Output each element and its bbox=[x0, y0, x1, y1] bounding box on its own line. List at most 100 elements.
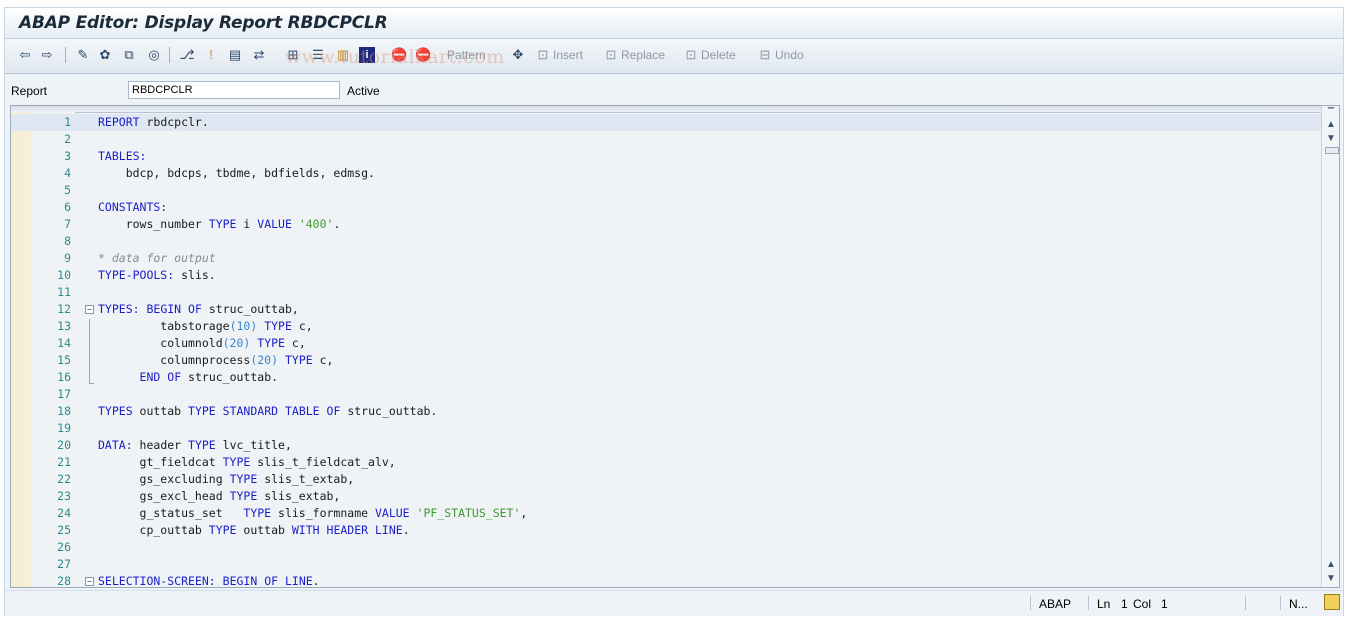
code-line[interactable]: 12 − TYPES: BEGIN OF struc_outtab, bbox=[11, 301, 1321, 318]
code-line[interactable]: 8 bbox=[11, 233, 1321, 250]
code-line[interactable]: 13 tabstorage(10) TYPE c, bbox=[11, 318, 1321, 335]
navigate-icon: ⇄ bbox=[253, 47, 265, 62]
code-line[interactable]: 24 g_status_set TYPE slis_formname VALUE… bbox=[11, 505, 1321, 522]
code-text: SELECTION-SCREEN: BEGIN OF LINE. bbox=[98, 574, 320, 588]
undo-icon: ⊟ bbox=[759, 47, 771, 62]
code-line[interactable]: 16 END OF struc_outtab. bbox=[11, 369, 1321, 386]
code-line[interactable]: 1 REPORT rbdcpclr. bbox=[11, 114, 1321, 131]
code-line[interactable]: 9 * data for output bbox=[11, 250, 1321, 267]
status-separator bbox=[1245, 596, 1246, 610]
display-change-button[interactable]: ✎ bbox=[75, 46, 91, 64]
line-number: 10 bbox=[57, 268, 71, 282]
code-editor[interactable]: 1 REPORT rbdcpclr. 2 3 TABLES: 4 bdcp, bdcps,… bbox=[10, 105, 1340, 588]
code-line[interactable]: 23 gs_excl_head TYPE slis_extab, bbox=[11, 488, 1321, 505]
scroll-down-icon[interactable]: ▼ bbox=[1324, 572, 1338, 586]
replace-label: Replace bbox=[621, 48, 666, 62]
code-line[interactable]: 20 DATA: header TYPE lvc_title, bbox=[11, 437, 1321, 454]
help-button[interactable]: i bbox=[359, 46, 375, 64]
stop-icon: ⛔ bbox=[391, 47, 408, 62]
test-button[interactable]: ▤ bbox=[227, 46, 243, 64]
undo-label: Undo bbox=[775, 48, 804, 62]
code-line[interactable]: 15 columnprocess(20) TYPE c, bbox=[11, 352, 1321, 369]
fold-bracket bbox=[89, 319, 94, 384]
window-title: ABAP Editor: Display Report RBDCPCLR bbox=[19, 13, 388, 33]
insert-button[interactable]: ⊡ Insert bbox=[535, 46, 583, 64]
status-separator bbox=[1280, 596, 1281, 610]
pattern-button[interactable]: Pattern bbox=[445, 46, 486, 64]
scroll-down-icon[interactable]: ▼ bbox=[1324, 132, 1338, 146]
code-line[interactable]: 27 bbox=[11, 556, 1321, 573]
scroll-thumb[interactable] bbox=[1325, 147, 1339, 154]
code-line[interactable]: 6 CONSTANTS: bbox=[11, 199, 1321, 216]
code-line[interactable]: 21 gt_fieldcat TYPE slis_t_fieldcat_alv, bbox=[11, 454, 1321, 471]
report-row: Report RBDCPCLR Active bbox=[5, 78, 1343, 104]
pretty-printer-button[interactable]: ✥ bbox=[510, 46, 526, 64]
line-number: 22 bbox=[57, 472, 71, 486]
toolbar-separator bbox=[169, 47, 170, 63]
code-text: columnprocess(20) TYPE c, bbox=[98, 353, 334, 367]
undo-button[interactable]: ⊟ Undo bbox=[757, 46, 804, 64]
status-col-label: Col bbox=[1133, 597, 1152, 611]
delete-label: Delete bbox=[701, 48, 736, 62]
object-list-button[interactable]: ⊞ bbox=[285, 46, 301, 64]
line-number: 24 bbox=[57, 506, 71, 520]
code-line[interactable]: 25 cp_outtab TYPE outtab WITH HEADER LIN… bbox=[11, 522, 1321, 539]
scroll-up-icon[interactable]: ▲ bbox=[1324, 558, 1338, 572]
line-number: 26 bbox=[57, 540, 71, 554]
navigate-button[interactable]: ⇄ bbox=[251, 46, 267, 64]
line-number: 1 bbox=[64, 115, 71, 129]
code-line[interactable]: 4 bdcp, bdcps, tbdme, bdfields, edmsg. bbox=[11, 165, 1321, 182]
stop-sign-icon: ⛔ bbox=[415, 47, 432, 62]
code-line[interactable]: 19 bbox=[11, 420, 1321, 437]
stack-icon: ☰ bbox=[312, 47, 324, 62]
toggle-icon: ✿ bbox=[99, 47, 111, 62]
code-text: REPORT rbdcpclr. bbox=[98, 115, 209, 129]
code-text: TYPE-POOLS: slis. bbox=[98, 268, 216, 282]
pattern-label: Pattern bbox=[447, 48, 486, 62]
status-ln-label: Ln bbox=[1097, 597, 1111, 611]
code-line[interactable]: 3 TABLES: bbox=[11, 148, 1321, 165]
line-number: 18 bbox=[57, 404, 71, 418]
code-line[interactable]: 17 bbox=[11, 386, 1321, 403]
fold-toggle-icon[interactable]: − bbox=[85, 577, 94, 586]
code-text: gt_fieldcat TYPE slis_t_fieldcat_alv, bbox=[98, 455, 396, 469]
line-number: 13 bbox=[57, 319, 71, 333]
report-field[interactable]: RBDCPCLR bbox=[128, 81, 340, 99]
code-line[interactable]: 18 TYPES outtab TYPE STANDARD TABLE OF st… bbox=[11, 403, 1321, 420]
code-line[interactable]: 14 columnold(20) TYPE c, bbox=[11, 335, 1321, 352]
application-toolbar: ⇦ ⇨ ✎ ✿ ⧉ ◎ ⎇ ǃ ▤ ⇄ ⊞ ☰ ▥ i ⛔ ⛔ Pattern … bbox=[5, 39, 1343, 74]
vertical-scrollbar[interactable]: ▔ ▲ ▼ ▲ ▼ bbox=[1321, 106, 1339, 587]
code-line[interactable]: 7 rows_number TYPE i VALUE '400'. bbox=[11, 216, 1321, 233]
replace-button[interactable]: ⊡ Replace bbox=[603, 46, 665, 64]
settings-icon[interactable] bbox=[1324, 594, 1340, 610]
code-line[interactable]: 5 bbox=[11, 182, 1321, 199]
code-text: TYPES outtab TYPE STANDARD TABLE OF stru… bbox=[98, 404, 438, 418]
breakpoint-button[interactable]: ⛔ bbox=[391, 46, 407, 64]
check-button[interactable]: ◎ bbox=[146, 46, 162, 64]
line-number: 16 bbox=[57, 370, 71, 384]
code-line[interactable]: 10 TYPE-POOLS: slis. bbox=[11, 267, 1321, 284]
line-number: 2 bbox=[64, 132, 71, 146]
display-object-list-button[interactable]: ▥ bbox=[335, 46, 351, 64]
code-line[interactable]: 28 − SELECTION-SCREEN: BEGIN OF LINE. bbox=[11, 573, 1321, 588]
active-inactive-button[interactable]: ✿ bbox=[97, 46, 113, 64]
code-line[interactable]: 11 bbox=[11, 284, 1321, 301]
code-line[interactable]: 2 bbox=[11, 131, 1321, 148]
forward-button[interactable]: ⇨ bbox=[39, 46, 55, 64]
code-text: END OF struc_outtab. bbox=[139, 370, 279, 384]
activate-button[interactable]: ǃ bbox=[203, 46, 219, 64]
code-text: * data for output bbox=[98, 251, 216, 265]
session-breakpoint-button[interactable]: ⛔ bbox=[415, 46, 431, 64]
line-number: 15 bbox=[57, 353, 71, 367]
delete-button[interactable]: ⊡ Delete bbox=[683, 46, 736, 64]
code-line[interactable]: 22 gs_excluding TYPE slis_t_extab, bbox=[11, 471, 1321, 488]
where-used-button[interactable]: ⎇ bbox=[179, 46, 195, 64]
scroll-up-icon[interactable]: ▲ bbox=[1324, 118, 1338, 132]
sap-window: ABAP Editor: Display Report RBDCPCLR ⇦ ⇨… bbox=[4, 7, 1344, 616]
code-line[interactable]: 26 bbox=[11, 539, 1321, 556]
back-button[interactable]: ⇦ bbox=[17, 46, 33, 64]
arrow-left-icon: ⇦ bbox=[19, 47, 31, 62]
fold-toggle-icon[interactable]: − bbox=[85, 305, 94, 314]
other-object-button[interactable]: ⧉ bbox=[121, 46, 137, 64]
navigation-window-button[interactable]: ☰ bbox=[310, 46, 326, 64]
